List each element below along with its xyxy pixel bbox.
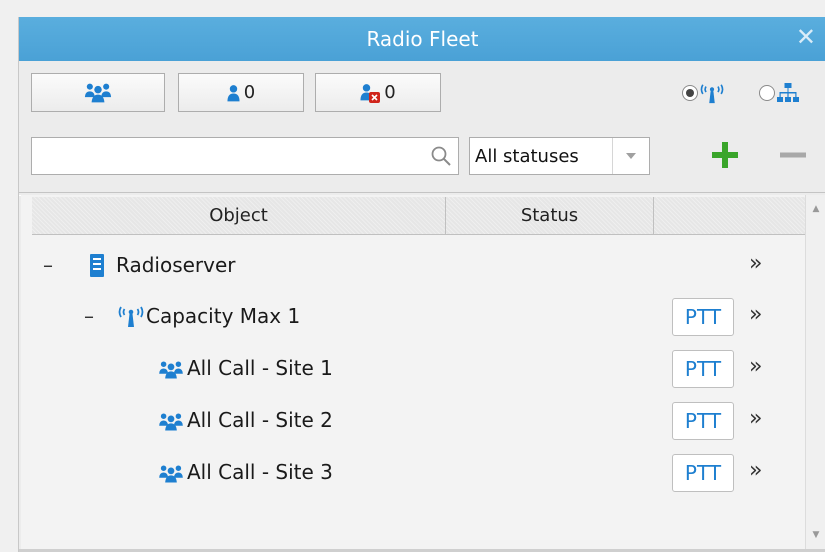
tree-item-label: Radioserver xyxy=(116,253,236,277)
more-actions-button[interactable]: » xyxy=(749,251,763,276)
view-radio-system-radio[interactable] xyxy=(682,85,698,101)
title-bar: Radio Fleet ✕ xyxy=(19,17,825,61)
tree-item-label: All Call - Site 3 xyxy=(187,460,333,484)
tree-row-talkgroup[interactable]: All Call - Site 2 PTT » xyxy=(21,395,805,445)
remove-button[interactable] xyxy=(779,141,807,169)
more-actions-button[interactable]: » xyxy=(749,354,763,379)
search-field[interactable] xyxy=(31,137,459,175)
tree-item-label: All Call - Site 2 xyxy=(187,408,333,432)
view-hierarchy-radio[interactable] xyxy=(759,85,775,101)
collapse-toggle[interactable]: – xyxy=(84,304,94,328)
add-button[interactable] xyxy=(711,141,739,169)
person-icon xyxy=(227,84,240,102)
radio-system-icon xyxy=(699,82,725,104)
vertical-scrollbar[interactable]: ▲ ▼ xyxy=(805,195,825,549)
ptt-button[interactable]: PTT xyxy=(672,298,734,336)
collapse-toggle[interactable]: – xyxy=(43,253,53,277)
more-actions-button[interactable]: » xyxy=(749,458,763,483)
object-tree: Object Status – Radioserver » – Capacity… xyxy=(21,195,805,549)
radio-system-icon xyxy=(117,304,145,328)
chevron-down-icon[interactable] xyxy=(612,138,649,174)
offline-radios-button[interactable]: 0 xyxy=(315,73,441,112)
column-header-actions[interactable] xyxy=(654,197,805,235)
more-actions-button[interactable]: » xyxy=(749,406,763,431)
online-radios-button[interactable]: 0 xyxy=(178,73,304,112)
close-icon[interactable]: ✕ xyxy=(796,25,816,49)
server-icon xyxy=(90,254,104,277)
talkgroup-icon xyxy=(84,82,112,103)
scroll-up-icon[interactable]: ▲ xyxy=(806,199,825,219)
window-title: Radio Fleet xyxy=(366,27,479,51)
person-offline-icon xyxy=(360,83,381,103)
tree-row-radioserver[interactable]: – Radioserver » xyxy=(21,240,805,290)
radio-fleet-window: Radio Fleet ✕ 0 0 All statuses Object St… xyxy=(18,17,825,552)
offline-radios-count: 0 xyxy=(384,82,396,103)
talkgroups-filter-button[interactable] xyxy=(31,73,165,112)
column-header-status[interactable]: Status xyxy=(446,197,654,235)
status-filter-select[interactable]: All statuses xyxy=(469,137,650,175)
tree-row-talkgroup[interactable]: All Call - Site 1 PTT » xyxy=(21,343,805,393)
ptt-button[interactable]: PTT xyxy=(672,402,734,440)
talkgroup-icon xyxy=(158,464,184,483)
hierarchy-icon xyxy=(777,83,799,102)
search-icon xyxy=(431,146,451,166)
talkgroup-icon xyxy=(158,412,184,431)
status-filter-value: All statuses xyxy=(475,145,579,167)
ptt-button[interactable]: PTT xyxy=(672,454,734,492)
tree-row-capacity-max[interactable]: – Capacity Max 1 PTT » xyxy=(21,291,805,341)
tree-item-label: All Call - Site 1 xyxy=(187,356,333,380)
tree-row-talkgroup[interactable]: All Call - Site 3 PTT » xyxy=(21,447,805,497)
scroll-down-icon[interactable]: ▼ xyxy=(806,525,825,545)
talkgroup-icon xyxy=(158,360,184,379)
more-actions-button[interactable]: » xyxy=(749,302,763,327)
ptt-button[interactable]: PTT xyxy=(672,350,734,388)
search-input[interactable] xyxy=(36,139,420,175)
column-header-object[interactable]: Object xyxy=(32,197,446,235)
online-radios-count: 0 xyxy=(243,82,256,103)
tree-item-label: Capacity Max 1 xyxy=(146,304,301,328)
